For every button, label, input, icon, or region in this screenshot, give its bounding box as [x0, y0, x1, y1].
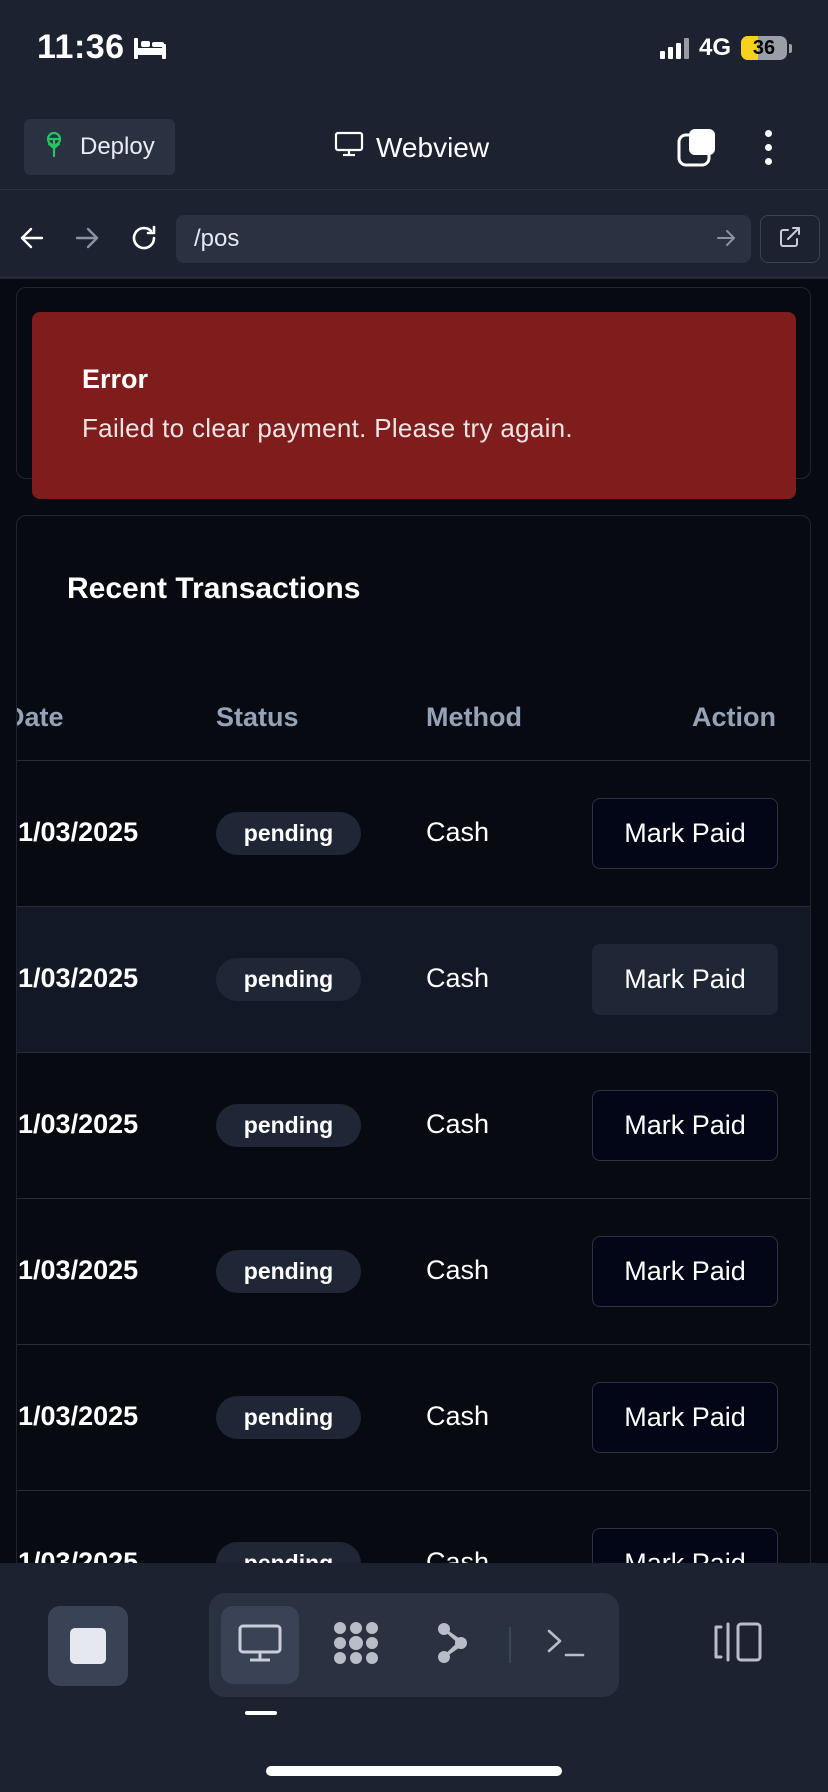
table-row: 01/03/2025 pending Cash Mark Paid: [16, 1053, 810, 1199]
cell-date: 01/03/2025: [16, 1547, 139, 1563]
status-badge: pending: [216, 812, 361, 855]
cell-date: 01/03/2025: [16, 817, 139, 847]
panel-toggle-icon[interactable]: [713, 1621, 763, 1668]
stop-button[interactable]: [48, 1606, 128, 1686]
mark-paid-button[interactable]: Mark Paid: [592, 1236, 778, 1307]
cell-method: Cash: [426, 1109, 490, 1139]
grid-dots-icon: [330, 1620, 382, 1671]
error-title: Error: [82, 364, 149, 394]
status-badge: pending: [216, 958, 361, 1001]
mark-paid-button[interactable]: Mark Paid: [592, 1382, 778, 1453]
git-tool-button[interactable]: [413, 1606, 491, 1684]
cell-method: Cash: [426, 963, 490, 993]
section-title: Recent Transactions: [67, 572, 361, 605]
terminal-icon: [546, 1627, 586, 1664]
recent-transactions-card: Recent Transactions Date Status Method A…: [16, 515, 811, 1563]
error-alert: Error Failed to clear payment. Please tr…: [32, 312, 796, 499]
battery-icon: 36: [741, 36, 787, 60]
webview-tool-button[interactable]: [221, 1606, 299, 1684]
status-indicators: 4G 36: [659, 34, 792, 62]
tool-switcher: [209, 1593, 619, 1697]
bottom-toolbar: [0, 1563, 828, 1792]
network-type: 4G: [698, 34, 731, 61]
column-header-date: Date: [17, 702, 64, 732]
cell-method: Cash: [426, 817, 490, 847]
webview-content: Error Failed to clear payment. Please tr…: [0, 279, 828, 1563]
column-header-status: Status: [216, 702, 299, 732]
cell-date: 01/03/2025: [16, 963, 139, 993]
deploy-button[interactable]: Deploy: [24, 119, 175, 175]
go-arrow-icon[interactable]: [715, 227, 737, 256]
monitor-icon: [334, 130, 364, 165]
column-header-action: Action: [692, 702, 776, 732]
battery-level: 36: [752, 36, 776, 59]
signal-icon: [659, 37, 689, 59]
bed-icon: [133, 35, 167, 61]
status-badge: pending: [216, 1396, 361, 1439]
table-row: 01/03/2025 pending Cash Mark Paid: [16, 1491, 810, 1563]
cell-method: Cash: [426, 1401, 490, 1431]
url-toolbar: /pos: [0, 200, 828, 278]
table-header: Date Status Method Action: [17, 664, 810, 761]
toolbar-divider: [509, 1627, 511, 1663]
deploy-label: Deploy: [80, 133, 155, 160]
status-badge: pending: [216, 1250, 361, 1293]
deploy-icon: [42, 131, 66, 164]
webview-monitor-icon: [237, 1622, 283, 1669]
cell-method: Cash: [426, 1255, 490, 1285]
more-vertical-icon[interactable]: [757, 126, 779, 168]
cell-date: 01/03/2025: [16, 1401, 139, 1431]
stop-icon: [70, 1628, 106, 1664]
back-arrow-icon[interactable]: [12, 218, 52, 258]
cell-date: 01/03/2025: [16, 1255, 139, 1285]
tabs-icon[interactable]: [676, 126, 718, 173]
table-row: 01/03/2025 pending Cash Mark Paid: [16, 761, 810, 907]
cell-method: Cash: [426, 1547, 490, 1563]
mark-paid-button[interactable]: Mark Paid: [592, 944, 778, 1015]
url-text: /pos: [194, 225, 240, 252]
column-header-method: Method: [426, 702, 522, 732]
transactions-table: Date Status Method Action 01/03/2025 pen…: [16, 664, 810, 1563]
git-branch-icon: [434, 1621, 470, 1670]
terminal-tool-button[interactable]: [527, 1606, 605, 1684]
status-bar: 11:36 4G 36: [0, 0, 828, 100]
external-link-button[interactable]: [760, 215, 820, 263]
cell-date: 01/03/2025: [16, 1109, 139, 1139]
forward-arrow-icon[interactable]: [67, 218, 107, 258]
webview-title: Webview: [334, 130, 489, 165]
table-row: 01/03/2025 pending Cash Mark Paid: [16, 1345, 810, 1491]
mark-paid-button[interactable]: Mark Paid: [592, 1528, 778, 1563]
clock-time: 11:36: [37, 28, 125, 66]
page-title: Webview: [376, 131, 490, 163]
app-header: Deploy Webview: [0, 110, 828, 190]
external-link-icon: [778, 225, 802, 254]
status-time: 11:36: [37, 28, 167, 67]
table-row: 01/03/2025 pending Cash Mark Paid: [16, 1199, 810, 1345]
url-input[interactable]: /pos: [176, 215, 751, 263]
table-row: 01/03/2025 pending Cash Mark Paid: [16, 907, 810, 1053]
reload-icon[interactable]: [124, 218, 164, 258]
status-badge: pending: [216, 1104, 361, 1147]
battery-cap: [789, 43, 792, 53]
error-message: Failed to clear payment. Please try agai…: [82, 413, 573, 443]
mark-paid-button[interactable]: Mark Paid: [592, 798, 778, 869]
status-badge: pending: [216, 1542, 361, 1563]
active-tab-indicator: [245, 1711, 277, 1715]
grid-tool-button[interactable]: [317, 1606, 395, 1684]
mark-paid-button[interactable]: Mark Paid: [592, 1090, 778, 1161]
home-indicator[interactable]: [266, 1766, 562, 1776]
